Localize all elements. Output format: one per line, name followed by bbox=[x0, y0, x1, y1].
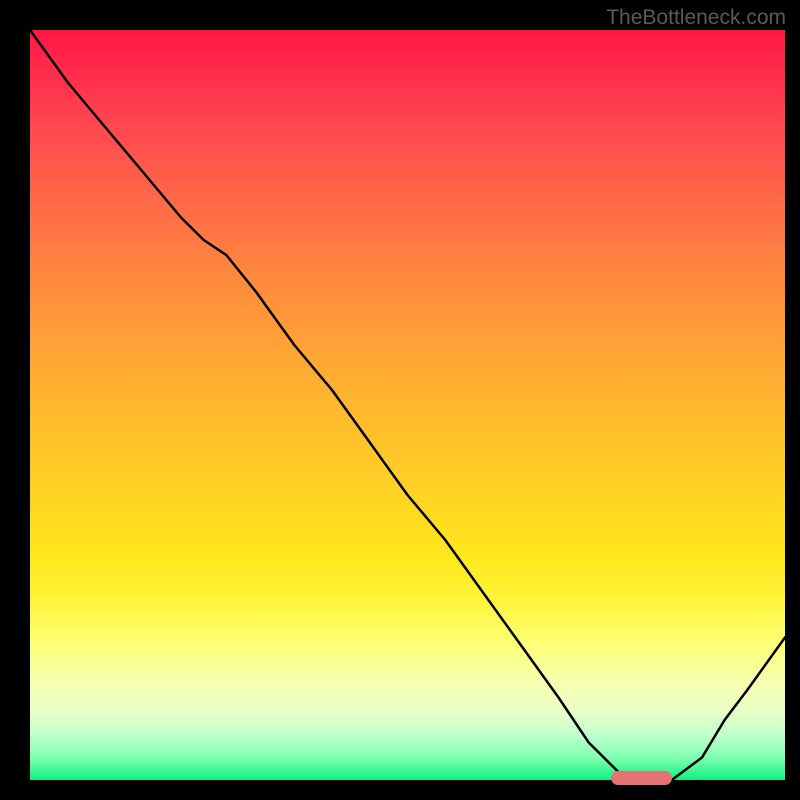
optimal-range-marker bbox=[611, 771, 671, 785]
watermark-text: TheBottleneck.com bbox=[606, 6, 786, 30]
chart-container: TheBottleneck.com bbox=[0, 0, 800, 800]
gradient-background bbox=[30, 30, 785, 780]
